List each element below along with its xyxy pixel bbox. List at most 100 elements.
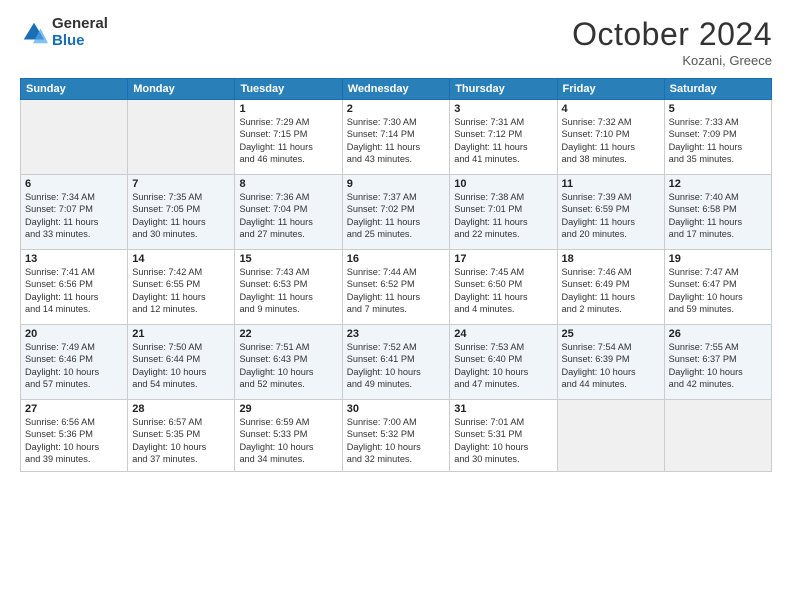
logo-blue-text: Blue — [52, 33, 108, 50]
table-row: 22Sunrise: 7:51 AM Sunset: 6:43 PM Dayli… — [235, 325, 342, 400]
day-number: 28 — [132, 403, 230, 415]
table-row: 19Sunrise: 7:47 AM Sunset: 6:47 PM Dayli… — [664, 250, 771, 325]
day-number: 15 — [239, 253, 337, 265]
day-number: 16 — [347, 253, 446, 265]
day-info: Sunrise: 6:56 AM Sunset: 5:36 PM Dayligh… — [25, 416, 123, 466]
table-row: 26Sunrise: 7:55 AM Sunset: 6:37 PM Dayli… — [664, 325, 771, 400]
calendar-week-row: 1Sunrise: 7:29 AM Sunset: 7:15 PM Daylig… — [21, 100, 772, 175]
day-number: 29 — [239, 403, 337, 415]
day-info: Sunrise: 7:45 AM Sunset: 6:50 PM Dayligh… — [454, 266, 552, 316]
day-number: 17 — [454, 253, 552, 265]
day-number: 1 — [239, 103, 337, 115]
logo-general-text: General — [52, 16, 108, 33]
day-number: 2 — [347, 103, 446, 115]
day-number: 21 — [132, 328, 230, 340]
table-row: 7Sunrise: 7:35 AM Sunset: 7:05 PM Daylig… — [128, 175, 235, 250]
table-row: 20Sunrise: 7:49 AM Sunset: 6:46 PM Dayli… — [21, 325, 128, 400]
table-row: 9Sunrise: 7:37 AM Sunset: 7:02 PM Daylig… — [342, 175, 450, 250]
header: General Blue October 2024 Kozani, Greece — [20, 16, 772, 68]
table-row: 4Sunrise: 7:32 AM Sunset: 7:10 PM Daylig… — [557, 100, 664, 175]
col-tuesday: Tuesday — [235, 79, 342, 100]
day-number: 5 — [669, 103, 767, 115]
day-number: 19 — [669, 253, 767, 265]
day-number: 7 — [132, 178, 230, 190]
calendar-week-row: 6Sunrise: 7:34 AM Sunset: 7:07 PM Daylig… — [21, 175, 772, 250]
day-number: 9 — [347, 178, 446, 190]
table-row: 12Sunrise: 7:40 AM Sunset: 6:58 PM Dayli… — [664, 175, 771, 250]
table-row: 17Sunrise: 7:45 AM Sunset: 6:50 PM Dayli… — [450, 250, 557, 325]
calendar-header-row: Sunday Monday Tuesday Wednesday Thursday… — [21, 79, 772, 100]
day-number: 30 — [347, 403, 446, 415]
logo-text: General Blue — [52, 16, 108, 49]
day-info: Sunrise: 7:35 AM Sunset: 7:05 PM Dayligh… — [132, 191, 230, 241]
day-info: Sunrise: 7:34 AM Sunset: 7:07 PM Dayligh… — [25, 191, 123, 241]
day-info: Sunrise: 7:50 AM Sunset: 6:44 PM Dayligh… — [132, 341, 230, 391]
day-info: Sunrise: 7:32 AM Sunset: 7:10 PM Dayligh… — [562, 116, 660, 166]
table-row: 15Sunrise: 7:43 AM Sunset: 6:53 PM Dayli… — [235, 250, 342, 325]
day-info: Sunrise: 7:49 AM Sunset: 6:46 PM Dayligh… — [25, 341, 123, 391]
col-wednesday: Wednesday — [342, 79, 450, 100]
day-info: Sunrise: 7:39 AM Sunset: 6:59 PM Dayligh… — [562, 191, 660, 241]
day-info: Sunrise: 7:54 AM Sunset: 6:39 PM Dayligh… — [562, 341, 660, 391]
day-number: 3 — [454, 103, 552, 115]
table-row — [128, 100, 235, 175]
day-info: Sunrise: 7:51 AM Sunset: 6:43 PM Dayligh… — [239, 341, 337, 391]
day-info: Sunrise: 6:57 AM Sunset: 5:35 PM Dayligh… — [132, 416, 230, 466]
day-info: Sunrise: 7:41 AM Sunset: 6:56 PM Dayligh… — [25, 266, 123, 316]
day-info: Sunrise: 7:46 AM Sunset: 6:49 PM Dayligh… — [562, 266, 660, 316]
title-area: October 2024 Kozani, Greece — [572, 16, 772, 68]
day-info: Sunrise: 7:00 AM Sunset: 5:32 PM Dayligh… — [347, 416, 446, 466]
day-number: 14 — [132, 253, 230, 265]
day-info: Sunrise: 7:36 AM Sunset: 7:04 PM Dayligh… — [239, 191, 337, 241]
calendar-week-row: 27Sunrise: 6:56 AM Sunset: 5:36 PM Dayli… — [21, 400, 772, 472]
table-row: 14Sunrise: 7:42 AM Sunset: 6:55 PM Dayli… — [128, 250, 235, 325]
logo: General Blue — [20, 16, 108, 49]
table-row: 29Sunrise: 6:59 AM Sunset: 5:33 PM Dayli… — [235, 400, 342, 472]
table-row: 10Sunrise: 7:38 AM Sunset: 7:01 PM Dayli… — [450, 175, 557, 250]
day-info: Sunrise: 6:59 AM Sunset: 5:33 PM Dayligh… — [239, 416, 337, 466]
day-info: Sunrise: 7:53 AM Sunset: 6:40 PM Dayligh… — [454, 341, 552, 391]
table-row: 30Sunrise: 7:00 AM Sunset: 5:32 PM Dayli… — [342, 400, 450, 472]
table-row: 21Sunrise: 7:50 AM Sunset: 6:44 PM Dayli… — [128, 325, 235, 400]
day-number: 22 — [239, 328, 337, 340]
day-info: Sunrise: 7:40 AM Sunset: 6:58 PM Dayligh… — [669, 191, 767, 241]
day-number: 20 — [25, 328, 123, 340]
table-row: 31Sunrise: 7:01 AM Sunset: 5:31 PM Dayli… — [450, 400, 557, 472]
table-row: 18Sunrise: 7:46 AM Sunset: 6:49 PM Dayli… — [557, 250, 664, 325]
calendar-week-row: 20Sunrise: 7:49 AM Sunset: 6:46 PM Dayli… — [21, 325, 772, 400]
day-number: 8 — [239, 178, 337, 190]
table-row: 5Sunrise: 7:33 AM Sunset: 7:09 PM Daylig… — [664, 100, 771, 175]
day-info: Sunrise: 7:42 AM Sunset: 6:55 PM Dayligh… — [132, 266, 230, 316]
day-number: 18 — [562, 253, 660, 265]
day-number: 31 — [454, 403, 552, 415]
table-row: 8Sunrise: 7:36 AM Sunset: 7:04 PM Daylig… — [235, 175, 342, 250]
day-info: Sunrise: 7:29 AM Sunset: 7:15 PM Dayligh… — [239, 116, 337, 166]
day-info: Sunrise: 7:01 AM Sunset: 5:31 PM Dayligh… — [454, 416, 552, 466]
day-info: Sunrise: 7:31 AM Sunset: 7:12 PM Dayligh… — [454, 116, 552, 166]
table-row: 11Sunrise: 7:39 AM Sunset: 6:59 PM Dayli… — [557, 175, 664, 250]
day-number: 4 — [562, 103, 660, 115]
day-number: 26 — [669, 328, 767, 340]
table-row — [21, 100, 128, 175]
location: Kozani, Greece — [572, 53, 772, 68]
day-number: 11 — [562, 178, 660, 190]
day-info: Sunrise: 7:37 AM Sunset: 7:02 PM Dayligh… — [347, 191, 446, 241]
day-info: Sunrise: 7:43 AM Sunset: 6:53 PM Dayligh… — [239, 266, 337, 316]
table-row: 3Sunrise: 7:31 AM Sunset: 7:12 PM Daylig… — [450, 100, 557, 175]
table-row: 24Sunrise: 7:53 AM Sunset: 6:40 PM Dayli… — [450, 325, 557, 400]
table-row: 25Sunrise: 7:54 AM Sunset: 6:39 PM Dayli… — [557, 325, 664, 400]
table-row: 28Sunrise: 6:57 AM Sunset: 5:35 PM Dayli… — [128, 400, 235, 472]
table-row: 27Sunrise: 6:56 AM Sunset: 5:36 PM Dayli… — [21, 400, 128, 472]
day-number: 27 — [25, 403, 123, 415]
table-row — [557, 400, 664, 472]
day-info: Sunrise: 7:52 AM Sunset: 6:41 PM Dayligh… — [347, 341, 446, 391]
day-info: Sunrise: 7:30 AM Sunset: 7:14 PM Dayligh… — [347, 116, 446, 166]
day-number: 12 — [669, 178, 767, 190]
col-saturday: Saturday — [664, 79, 771, 100]
day-info: Sunrise: 7:33 AM Sunset: 7:09 PM Dayligh… — [669, 116, 767, 166]
day-info: Sunrise: 7:44 AM Sunset: 6:52 PM Dayligh… — [347, 266, 446, 316]
day-number: 10 — [454, 178, 552, 190]
table-row: 1Sunrise: 7:29 AM Sunset: 7:15 PM Daylig… — [235, 100, 342, 175]
day-number: 23 — [347, 328, 446, 340]
day-number: 6 — [25, 178, 123, 190]
